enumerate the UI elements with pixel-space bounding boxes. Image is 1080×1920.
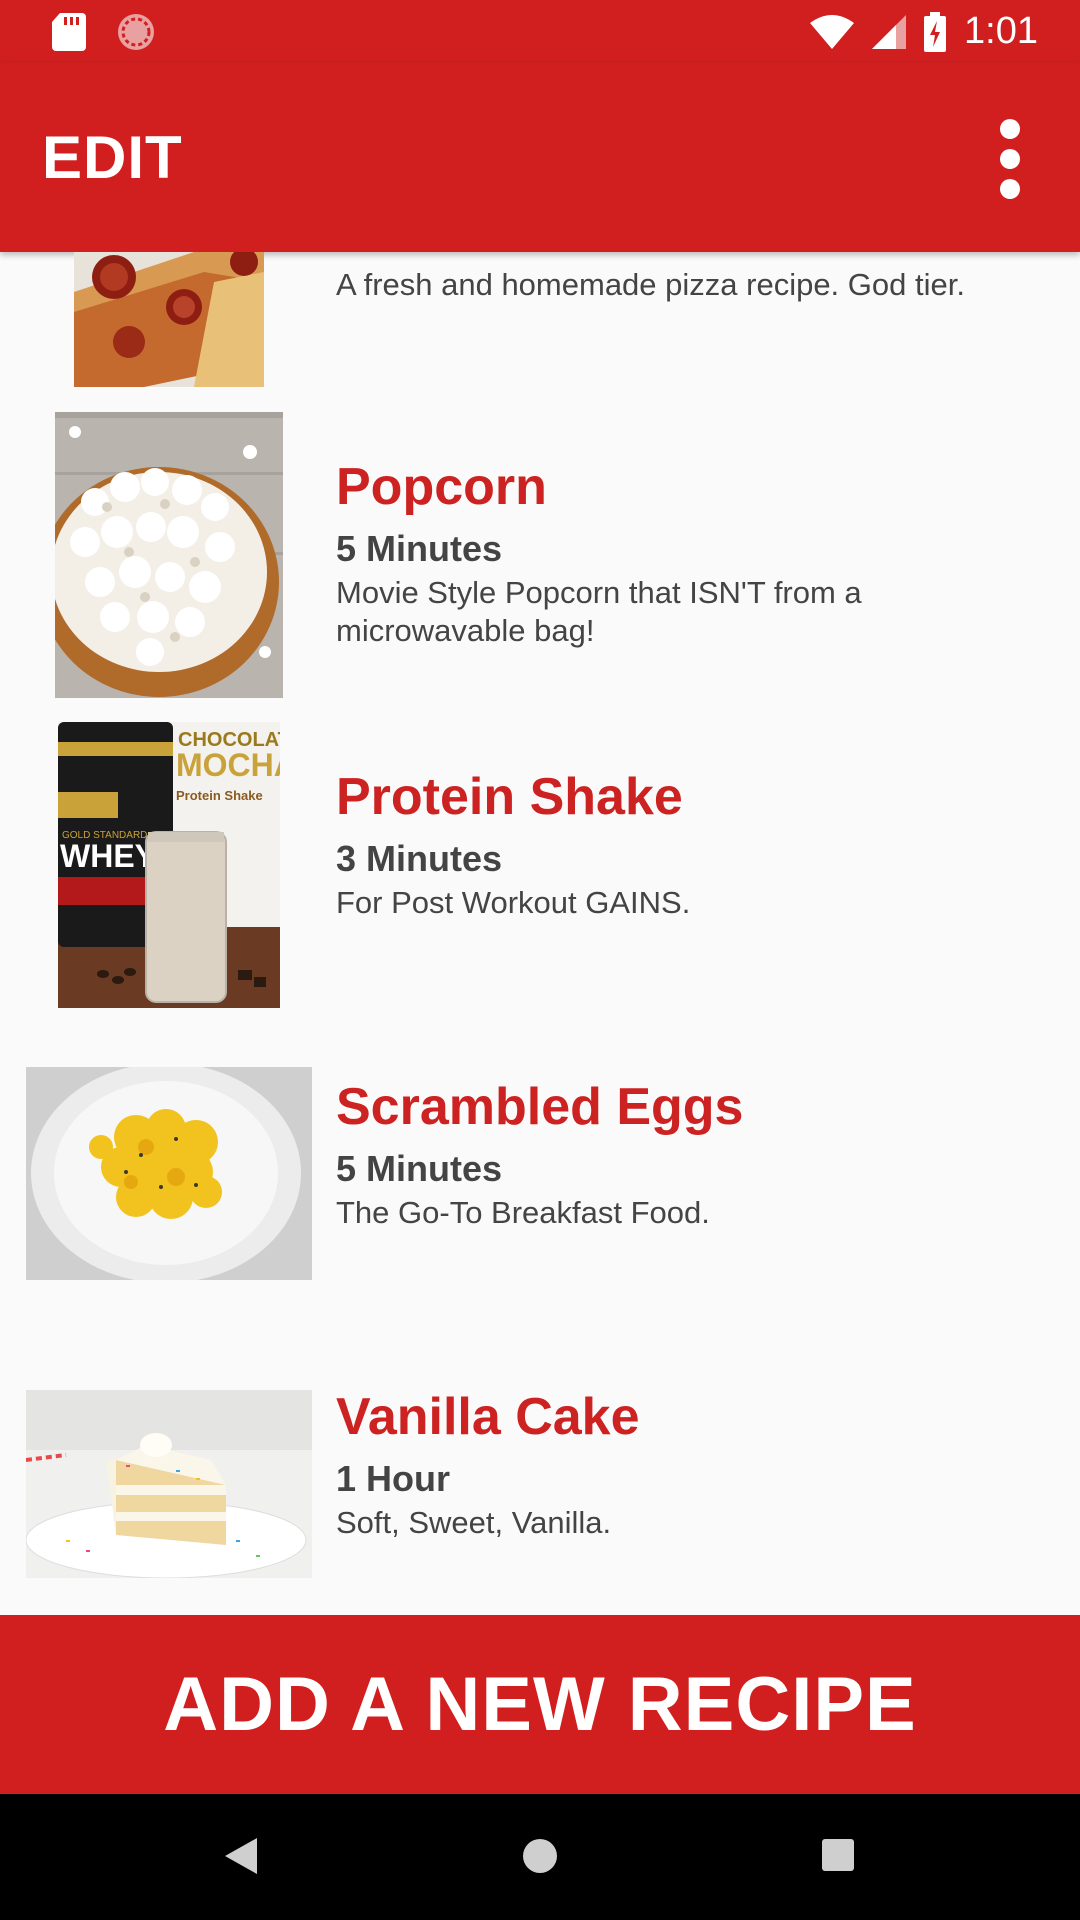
status-time: 1:01 [964,10,1038,52]
navigation-bar [0,1794,1080,1920]
home-icon[interactable] [523,1839,557,1873]
recipe-list[interactable]: A fresh and homemade pizza recipe. God t… [0,252,1080,1615]
more-vert-icon[interactable] [990,119,1030,199]
recipe-description: For Post Workout GAINS. [336,885,691,920]
status-bar: 1:01 [0,0,1080,63]
recipe-title: Scrambled Eggs [336,1078,744,1136]
recipe-description: Soft, Sweet, Vanilla. [336,1505,612,1540]
recipe-item-pizza[interactable]: A fresh and homemade pizza recipe. God t… [0,252,1080,412]
vanilla-cake-image [26,1390,312,1578]
scrambled-eggs-image [26,1067,312,1280]
whey-text: WHEY [60,838,156,874]
sd-card-icon [52,13,86,51]
wifi-icon [810,14,855,49]
recipe-time: 1 Hour [336,1458,451,1499]
recipe-item-vanilla-cake[interactable]: Vanilla Cake 1 Hour Soft, Sweet, Vanilla… [0,1342,1080,1615]
protein-shake-label: Protein Shake [176,788,263,803]
recipe-description: A fresh and homemade pizza recipe. God t… [336,267,965,302]
popcorn-image [55,412,283,698]
status-right-icons: 1:01 [810,10,1038,53]
recipe-item-scrambled-eggs[interactable]: Scrambled Eggs 5 Minutes The Go-To Break… [0,1032,1080,1342]
add-recipe-button[interactable]: ADD A NEW RECIPE [0,1615,1080,1794]
recipe-description: Movie Style Popcorn that ISN'T from a mi… [336,575,862,648]
app-bar: EDIT [0,63,1080,252]
pizza-image [74,252,264,387]
recipe-time: 3 Minutes [336,838,503,879]
status-left-icons [52,12,156,52]
sync-icon [118,14,154,50]
recipe-title: Vanilla Cake [336,1388,640,1446]
recipe-item-protein-shake[interactable]: GOLD STANDARD WHEY CHOCOLATE MOCHA Prote… [0,722,1080,1032]
recipe-item-popcorn[interactable]: Popcorn 5 Minutes Movie Style Popcorn th… [0,412,1080,722]
page-title: EDIT [42,124,183,191]
recipe-time: 5 Minutes [336,1148,503,1189]
recents-icon[interactable] [822,1839,854,1871]
recipe-title: Popcorn [336,458,547,516]
recipe-title: Protein Shake [336,768,683,826]
recipe-description: The Go-To Breakfast Food. [336,1195,710,1230]
cell-signal-icon [872,14,907,49]
protein-shake-image: GOLD STANDARD WHEY CHOCOLATE MOCHA Prote… [58,722,280,1008]
mocha-label: MOCHA [176,747,280,783]
back-icon[interactable] [225,1838,257,1874]
battery-charging-icon [924,11,947,52]
recipe-time: 5 Minutes [336,528,503,569]
